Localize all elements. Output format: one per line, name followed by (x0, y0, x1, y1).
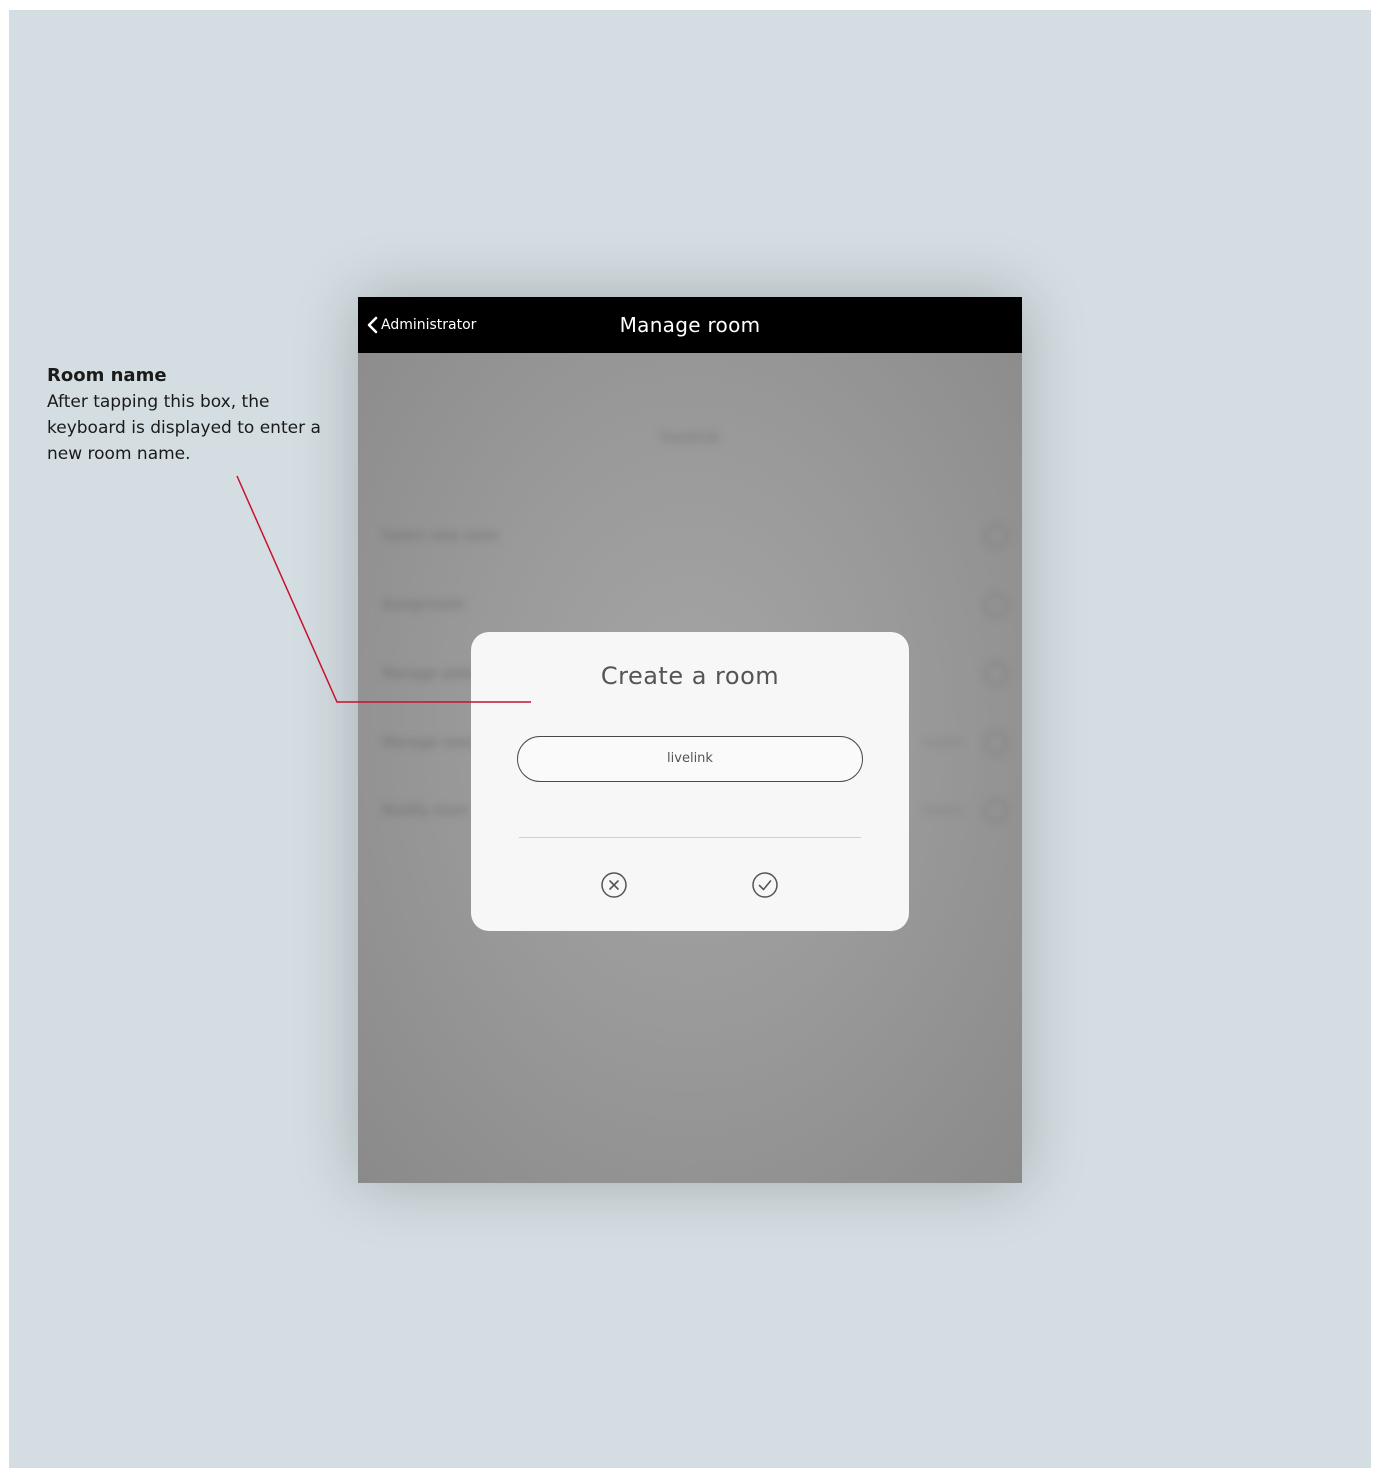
background-row-label: Modify room (382, 803, 470, 819)
device-screen: Administrator Manage room livelink Selec… (358, 297, 1022, 1183)
content-area: livelink Select new room Assignment Mana… (358, 353, 1022, 1183)
row-action-icon (984, 593, 1008, 617)
background-row-label: Select new room (382, 528, 500, 544)
row-action-icon (984, 662, 1008, 686)
page-title: Manage room (619, 313, 761, 337)
background-row-value: livelink (923, 736, 962, 749)
create-room-dialog: Create a room livelink (471, 632, 909, 931)
row-action-icon (984, 524, 1008, 548)
dialog-title: Create a room (600, 662, 780, 690)
background-row-value: livelink (923, 804, 962, 817)
row-action-icon (984, 799, 1008, 823)
room-name-input[interactable]: livelink (517, 736, 863, 782)
cancel-button[interactable] (599, 870, 629, 900)
background-header: livelink (659, 428, 721, 448)
background-row-label: Assignment (382, 597, 465, 613)
check-circle-icon (752, 872, 778, 898)
divider (519, 837, 861, 838)
background-row-label: Manage room (382, 735, 479, 751)
background-row: Assignment (382, 592, 1008, 622)
cancel-circle-icon (601, 872, 627, 898)
annotation: Room name After tapping this box, the ke… (47, 363, 347, 467)
confirm-button[interactable] (750, 870, 780, 900)
background-row: Select new room (382, 523, 1008, 553)
annotation-title: Room name (47, 365, 167, 386)
navbar: Administrator Manage room (358, 297, 1022, 353)
annotation-description: After tapping this box, the keyboard is … (47, 392, 321, 464)
row-action-icon (984, 731, 1008, 755)
